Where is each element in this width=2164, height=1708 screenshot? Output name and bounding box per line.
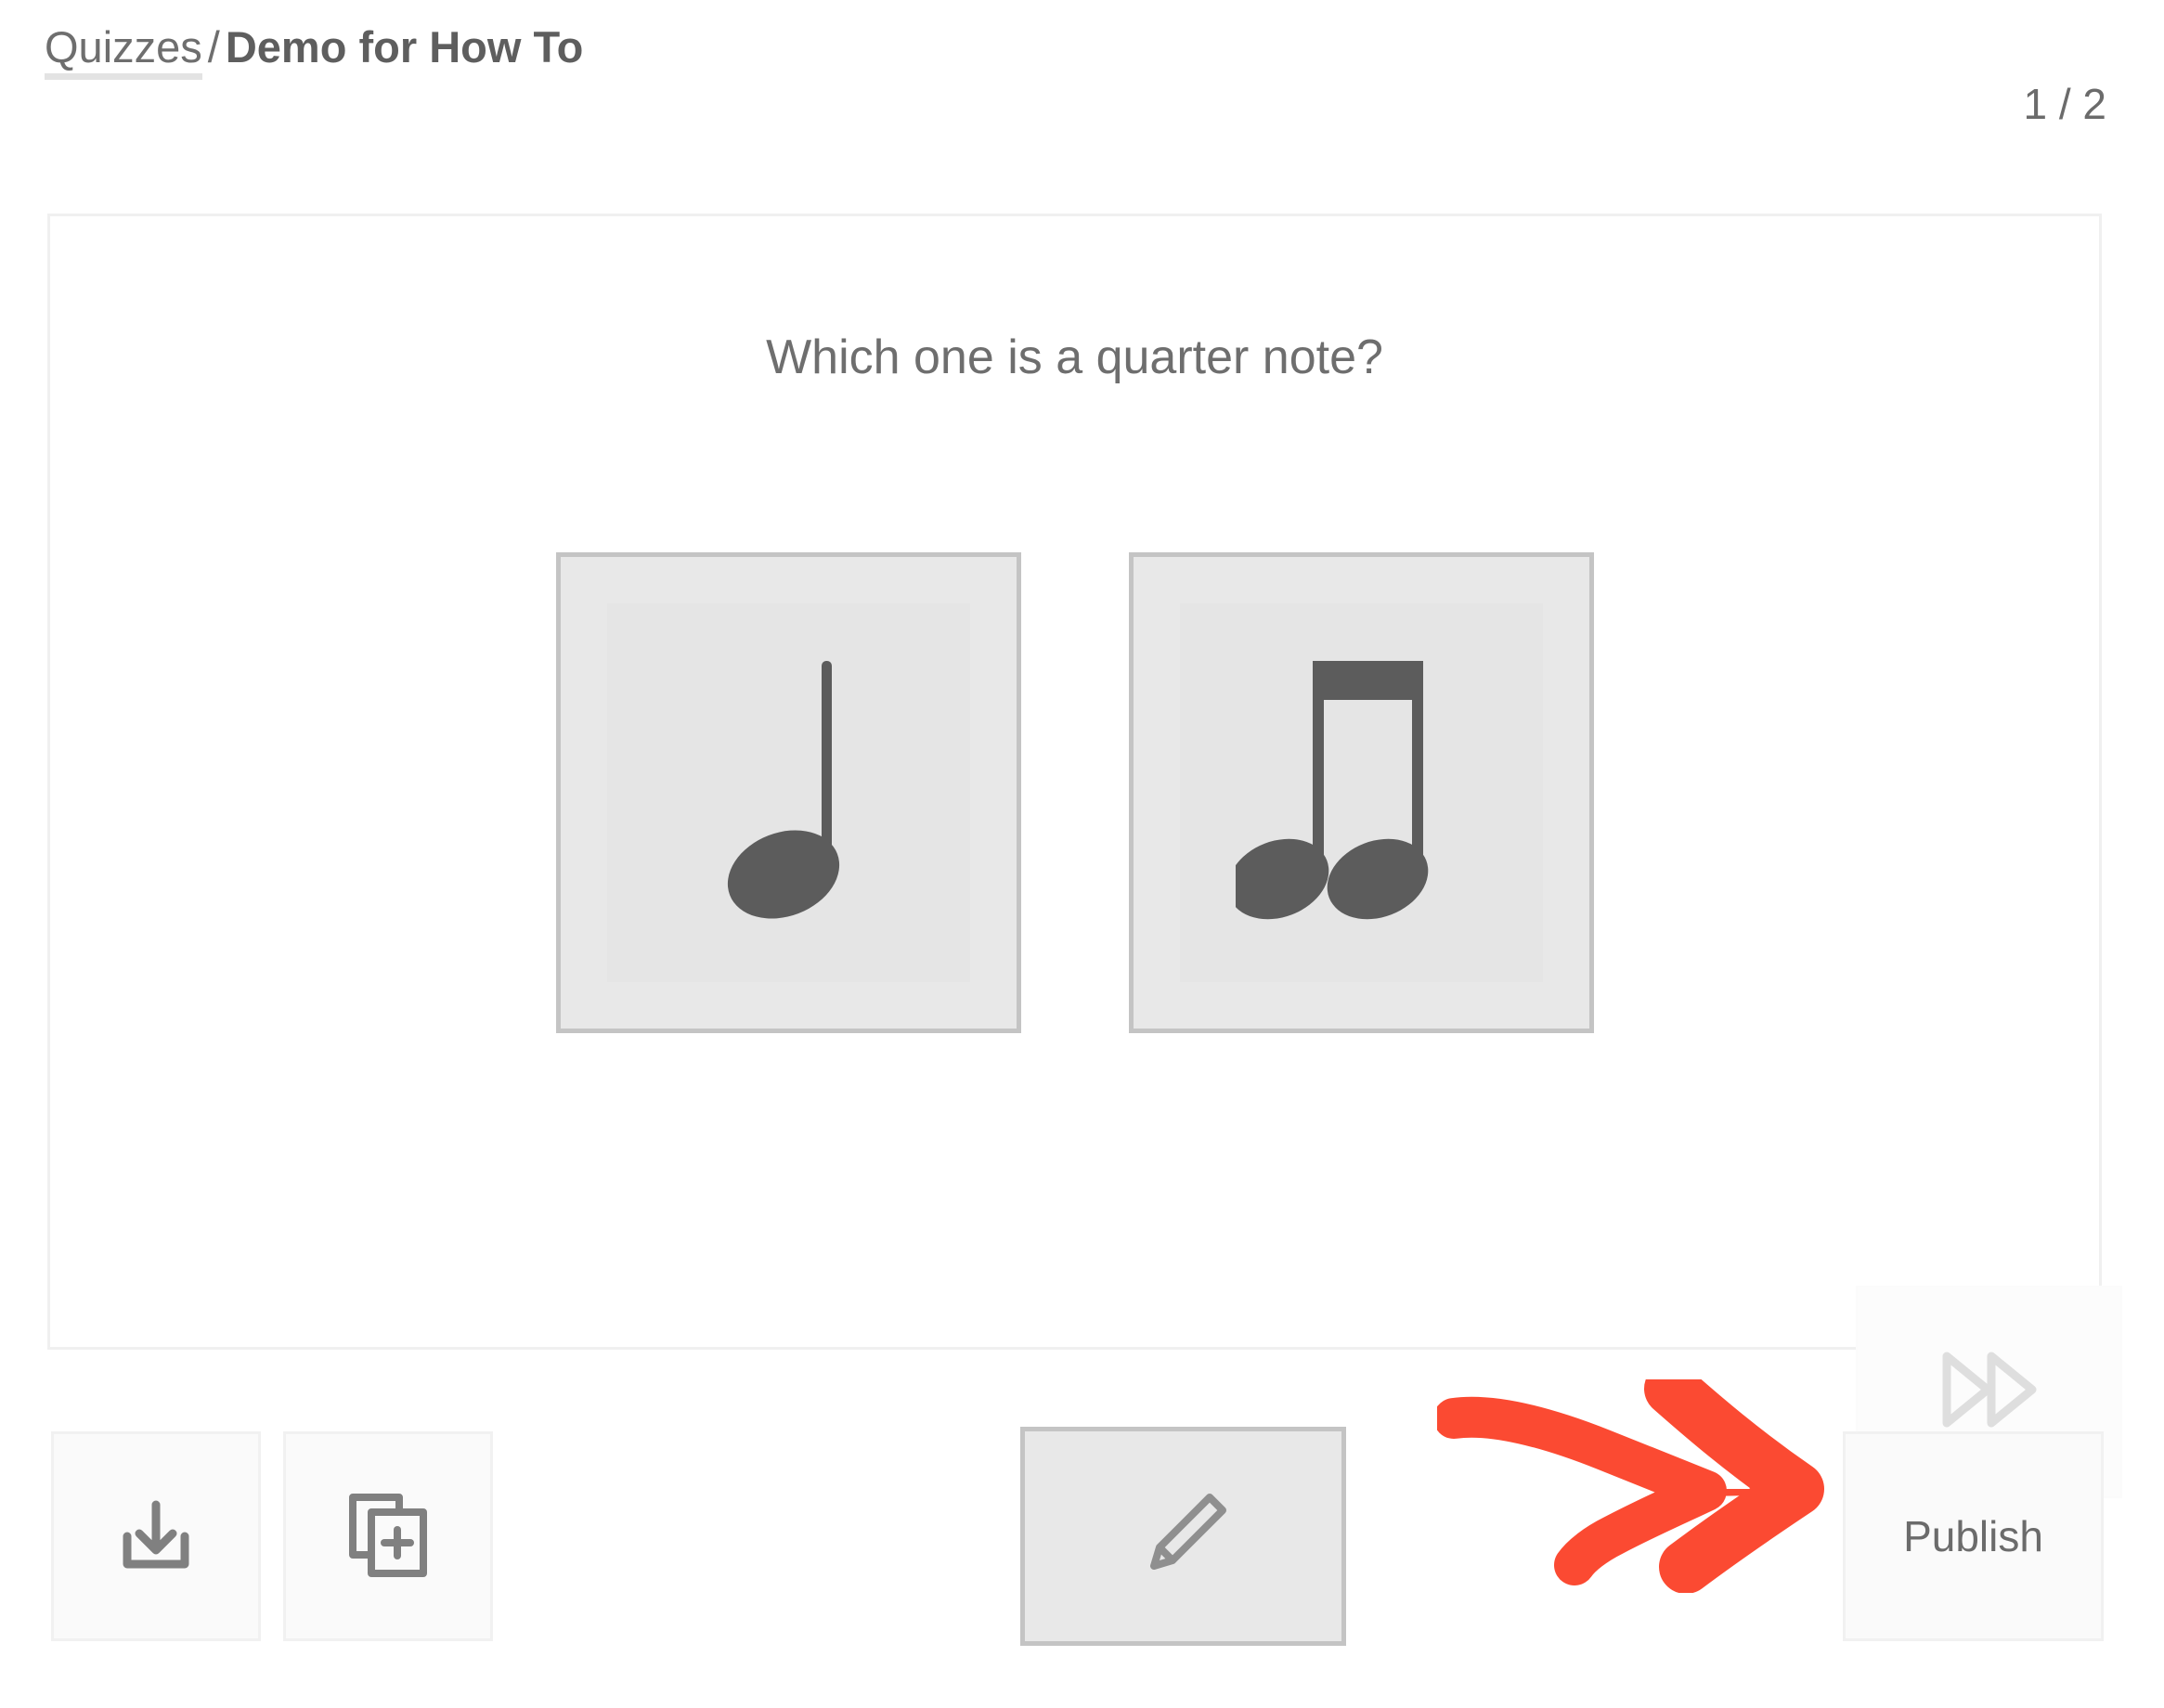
import-button[interactable] [51, 1431, 261, 1641]
answer-option-2[interactable] [1128, 552, 1594, 1033]
pencil-icon [1132, 1482, 1236, 1591]
answer-options [50, 552, 2099, 1033]
red-arrow-right-shape [1433, 1362, 1824, 1594]
annotation-arrow [1433, 1362, 1827, 1594]
question-text: Which one is a quarter note? [766, 330, 1383, 384]
breadcrumb-current-quiz-title: Demo for How To [225, 22, 584, 71]
page-counter: 1 / 2 [2023, 80, 2106, 128]
breadcrumb-link-quizzes[interactable]: Quizzes [45, 22, 202, 80]
publish-button[interactable]: Publish [1843, 1431, 2104, 1641]
edit-button[interactable] [1020, 1427, 1346, 1646]
eighth-note-pair-icon [1236, 653, 1486, 932]
quarter-note-icon [677, 653, 900, 932]
breadcrumb-separator: / [207, 22, 220, 71]
duplicate-add-icon [345, 1492, 431, 1582]
slide-card: Which one is a quarter note? [47, 214, 2122, 1498]
answer-option-1[interactable] [555, 552, 1021, 1033]
breadcrumb: Quizzes / Demo for How To [45, 20, 584, 80]
duplicate-button[interactable] [283, 1431, 493, 1641]
fast-forward-icon [1941, 1351, 2038, 1433]
download-icon [113, 1492, 199, 1582]
